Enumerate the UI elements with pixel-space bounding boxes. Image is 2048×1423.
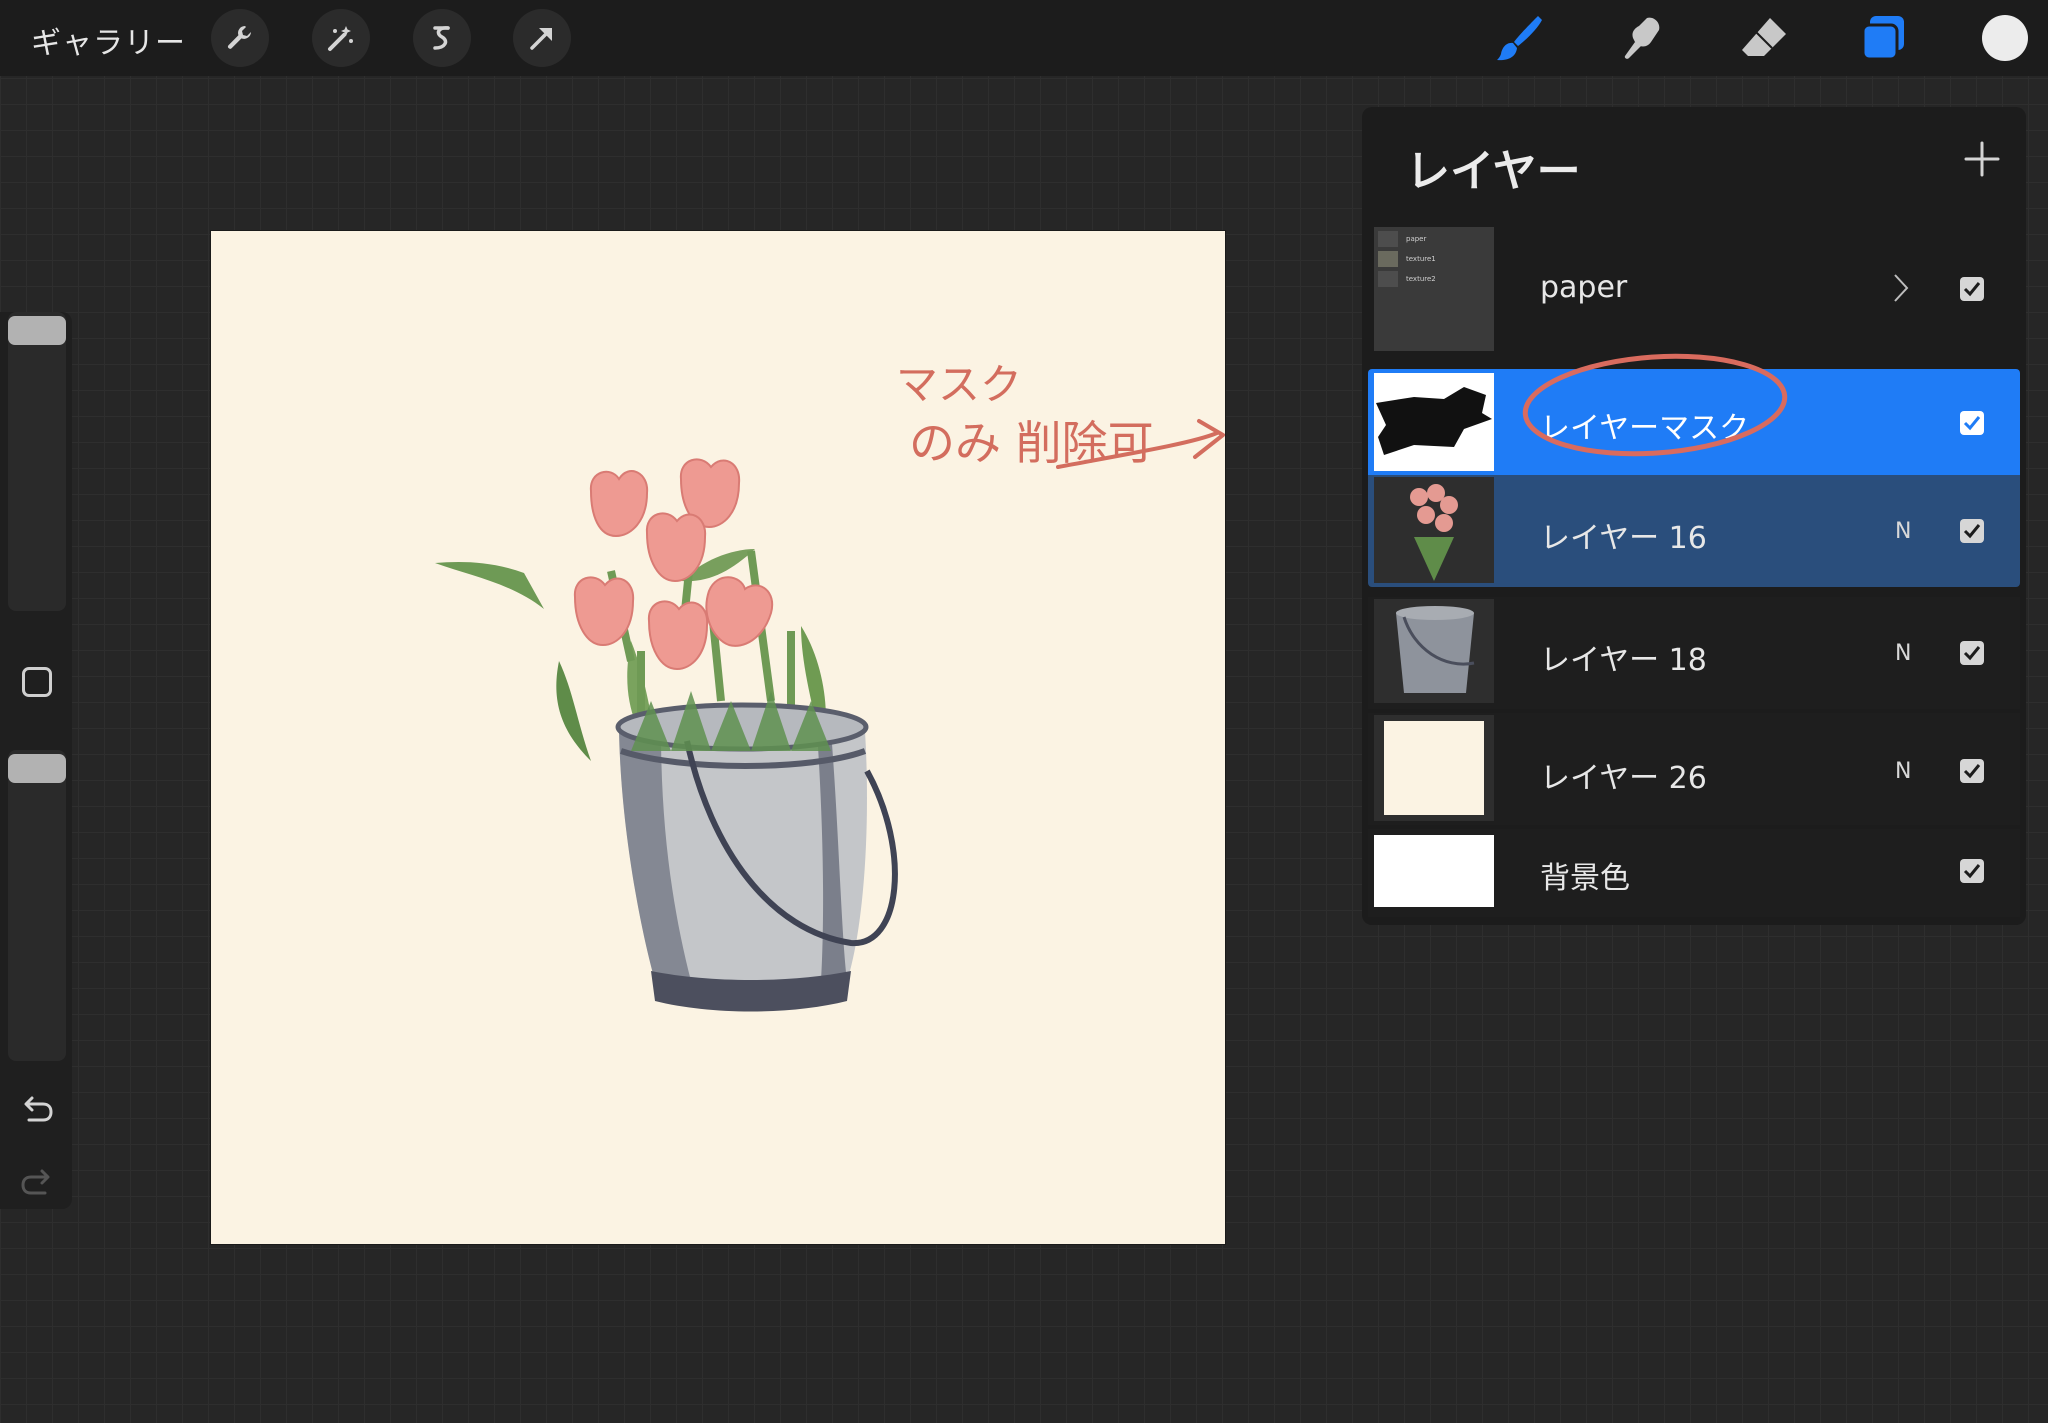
- visibility-checkbox[interactable]: [1960, 759, 1984, 783]
- layers-panel-title: レイヤー: [1406, 146, 1581, 197]
- sublayer-label: paper: [1406, 235, 1427, 243]
- left-sidebar: [0, 312, 72, 1209]
- eraser-icon[interactable]: [1738, 12, 1790, 64]
- chevron-right-icon[interactable]: [1892, 273, 1910, 307]
- visibility-checkbox[interactable]: [1960, 519, 1984, 543]
- annotation-circle: [1522, 353, 1788, 457]
- current-color-swatch[interactable]: [1982, 15, 2028, 61]
- gallery-button[interactable]: ギャラリー: [31, 18, 186, 62]
- layers-panel: レイヤー paper texture1 texture2 paper レイヤーマ…: [1362, 107, 2026, 925]
- redo-icon[interactable]: [17, 1163, 57, 1203]
- blend-mode[interactable]: N: [1895, 641, 1911, 666]
- blend-mode[interactable]: N: [1895, 759, 1911, 784]
- opacity-slider[interactable]: [8, 750, 66, 1061]
- layer-name: レイヤー 18: [1540, 643, 1707, 678]
- tulip-bucket-illustration: [435, 419, 1225, 1012]
- layer-row-background[interactable]: 背景色: [1368, 829, 2020, 917]
- brush-icon[interactable]: [1494, 12, 1546, 64]
- annotation-line-1: マスク: [896, 360, 1023, 409]
- modify-square-button[interactable]: [22, 667, 52, 697]
- background-color-swatch: [1374, 835, 1494, 907]
- layer-thumbnail: [1374, 715, 1494, 821]
- layer-name: paper: [1540, 270, 1628, 305]
- annotation-line-2: のみ 削除可: [909, 416, 1154, 470]
- top-toolbar: ギャラリー: [0, 0, 2048, 76]
- magic-wand-icon[interactable]: [312, 9, 370, 67]
- brush-size-slider-thumb[interactable]: [8, 316, 66, 345]
- visibility-checkbox[interactable]: [1960, 277, 1984, 301]
- layer-row-26[interactable]: レイヤー 26 N: [1368, 713, 2020, 825]
- layer-name: レイヤー 26: [1540, 761, 1707, 796]
- layer-row-mask[interactable]: レイヤーマスク: [1368, 353, 2020, 475]
- sublayer-label: texture2: [1406, 275, 1436, 283]
- visibility-checkbox[interactable]: [1960, 859, 1984, 883]
- visibility-checkbox[interactable]: [1960, 641, 1984, 665]
- layer-name: レイヤー 16: [1540, 521, 1707, 556]
- sublayer-label: texture1: [1406, 255, 1436, 263]
- mask-thumbnail: [1374, 373, 1494, 471]
- brush-size-slider[interactable]: [8, 312, 66, 611]
- layer-row-16[interactable]: レイヤー 16 N: [1368, 475, 2020, 587]
- transform-arrow-icon[interactable]: [513, 9, 571, 67]
- blend-mode[interactable]: N: [1895, 519, 1911, 544]
- layer-thumbnail: [1374, 477, 1494, 583]
- layer-thumbnail: [1374, 599, 1494, 703]
- selection-icon[interactable]: [413, 9, 471, 67]
- plus-icon[interactable]: [1960, 137, 2004, 181]
- opacity-slider-thumb[interactable]: [8, 754, 66, 783]
- smudge-icon[interactable]: [1617, 12, 1669, 64]
- layer-row-18[interactable]: レイヤー 18 N: [1368, 597, 2020, 709]
- wrench-icon[interactable]: [211, 9, 269, 67]
- undo-icon[interactable]: [17, 1090, 57, 1130]
- layers-icon[interactable]: [1858, 12, 1910, 64]
- layer-name: 背景色: [1540, 861, 1630, 896]
- layer-row-paper[interactable]: paper texture1 texture2 paper: [1368, 225, 2020, 353]
- group-thumbnail: paper texture1 texture2: [1374, 227, 1494, 351]
- visibility-checkbox[interactable]: [1960, 411, 1984, 435]
- drawing-canvas[interactable]: マスク のみ 削除可: [211, 231, 1225, 1244]
